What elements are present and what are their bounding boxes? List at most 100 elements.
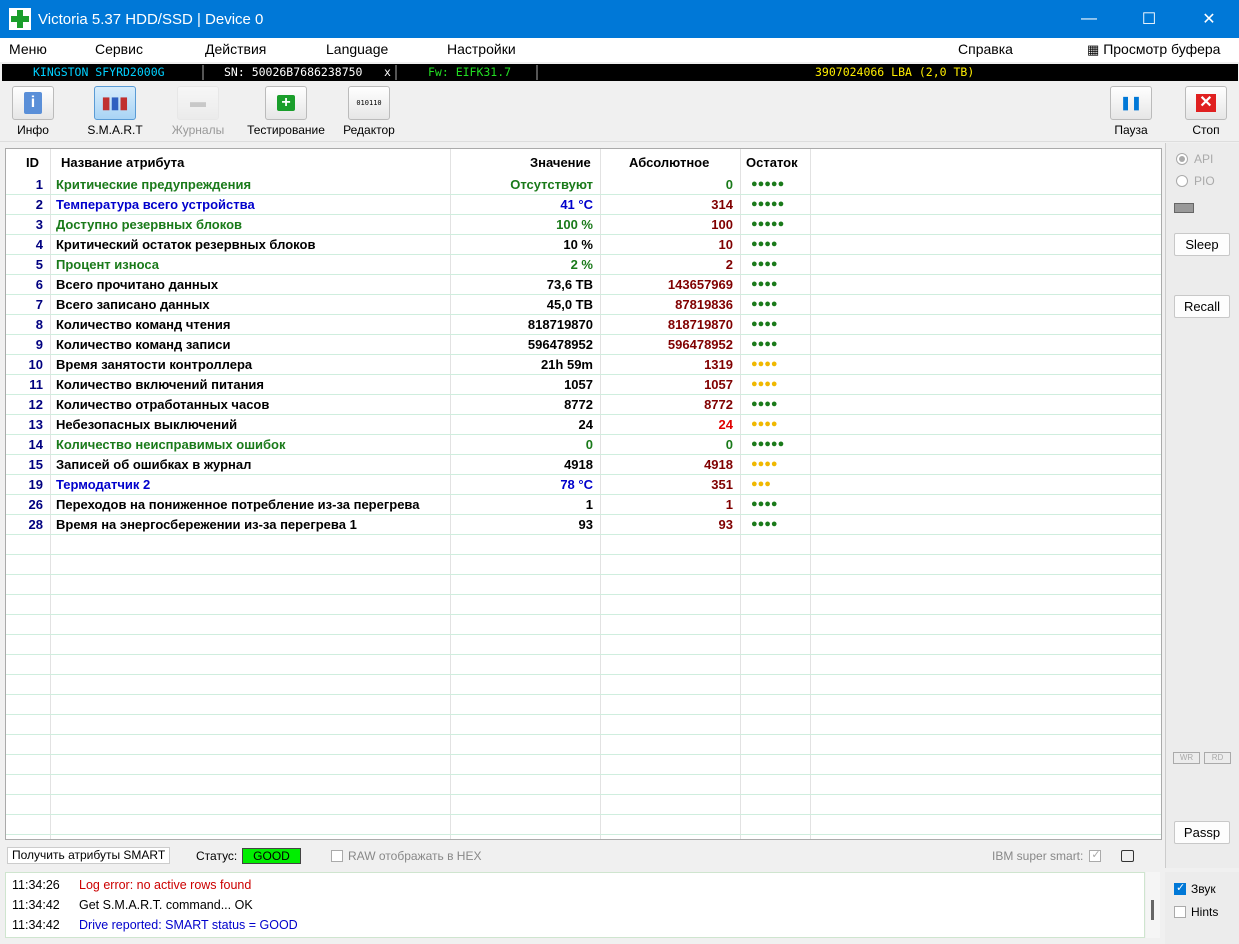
table-row[interactable]: 3 Доступно резервных блоков 100 % 100 ●●●●● — [6, 215, 1161, 235]
cell-value: 818719870 — [527, 317, 593, 332]
cell-remaining: ●●●●● — [751, 218, 785, 230]
menu-settings[interactable]: Настройки — [447, 41, 516, 57]
cell-name: Критический остаток резервных блоков — [56, 237, 316, 252]
empty-row — [6, 755, 1161, 775]
cell-value: 1057 — [564, 377, 593, 392]
table-row[interactable]: 19 Термодатчик 2 78 °C 351 ●●● — [6, 475, 1161, 495]
table-row[interactable]: 9 Количество команд записи 596478952 596478… — [6, 335, 1161, 355]
table-row[interactable]: 2 Температура всего устройства 41 °C 314 ●●●… — [6, 195, 1161, 215]
table-row[interactable]: 1 Критические предупреждения Отсутствуют 0 ●… — [6, 175, 1161, 195]
minimize-button[interactable]: — — [1059, 0, 1119, 38]
empty-row — [6, 795, 1161, 815]
table-row[interactable]: 15 Записей об ошибках в журнал 4918 4918 ●●●… — [6, 455, 1161, 475]
menu-language[interactable]: Language — [326, 41, 388, 57]
editor-button[interactable]: 010110 Редактор — [329, 86, 409, 137]
cell-value: 10 % — [563, 237, 593, 252]
col-absolute[interactable]: Абсолютное — [629, 155, 709, 170]
cell-value: 78 °C — [560, 477, 593, 492]
table-row[interactable]: 5 Процент износа 2 % 2 ●●●● — [6, 255, 1161, 275]
cell-name: Время на энергосбережении из-за перегрев… — [56, 517, 357, 532]
testing-button[interactable]: + Тестирование — [246, 86, 326, 137]
cell-absolute: 2 — [725, 257, 733, 272]
cell-name: Доступно резервных блоков — [56, 217, 243, 232]
cell-id: 15 — [28, 457, 43, 472]
cell-value: 73,6 TB — [546, 277, 593, 292]
raw-hex-checkbox[interactable]: RAW отображать в HEX — [331, 849, 481, 863]
cell-value: 45,0 TB — [546, 297, 593, 312]
cell-absolute: 0 — [725, 177, 733, 192]
cell-name: Количество отработанных часов — [56, 397, 270, 412]
log-scrollbar[interactable] — [1146, 872, 1160, 938]
cell-remaining: ●●●● — [751, 278, 778, 290]
cell-name: Термодатчик 2 — [56, 477, 151, 492]
table-row[interactable]: 8 Количество команд чтения 818719870 818719… — [6, 315, 1161, 335]
cell-id: 13 — [28, 417, 43, 432]
smart-button[interactable]: ▮ ▮ ▮ S.M.A.R.T — [75, 86, 155, 137]
activity-led — [1174, 203, 1194, 213]
pause-label: Пауза — [1114, 123, 1148, 137]
pause-button[interactable]: ❚❚ Пауза — [1091, 86, 1171, 137]
cell-name: Количество команд записи — [56, 337, 231, 352]
info-icon: i — [12, 86, 54, 120]
hints-checkbox[interactable]: Hints — [1174, 905, 1218, 919]
maximize-button[interactable]: ☐ — [1119, 0, 1179, 38]
table-row[interactable]: 13 Небезопасных выключений 24 24 ●●●● — [6, 415, 1161, 435]
sound-checkbox[interactable]: Звук — [1174, 881, 1216, 896]
sleep-button[interactable]: Sleep — [1174, 233, 1230, 256]
pio-radio[interactable]: PIO — [1176, 174, 1215, 188]
table-row[interactable]: 28 Время на энергосбережении из-за перегр… — [6, 515, 1161, 535]
table-row[interactable]: 26 Переходов на пониженное потребление из… — [6, 495, 1161, 515]
get-smart-button[interactable]: Получить атрибуты SMART — [7, 847, 171, 864]
table-row[interactable]: 14 Количество неисправимых ошибок 0 0 ●●●●● — [6, 435, 1161, 455]
cell-absolute: 143657969 — [667, 277, 733, 292]
close-window-button[interactable]: ✕ — [1179, 0, 1239, 38]
cell-remaining: ●●●● — [751, 498, 778, 510]
col-name[interactable]: Название атрибута — [61, 155, 184, 170]
info-button[interactable]: i Инфо — [0, 86, 73, 137]
api-radio[interactable]: API — [1176, 152, 1213, 166]
cell-remaining: ●●●● — [751, 518, 778, 530]
log-panel: 11:34:26 Log error: no active rows found 1… — [5, 872, 1145, 938]
menu-service[interactable]: Сервис — [95, 41, 143, 57]
smart-label: S.M.A.R.T — [87, 123, 143, 137]
table-row[interactable]: 6 Всего прочитано данных 73,6 TB 143657969 ●… — [6, 275, 1161, 295]
menu-main[interactable]: Меню — [9, 41, 47, 57]
table-row[interactable]: 12 Количество отработанных часов 8772 8772 ●… — [6, 395, 1161, 415]
stop-button[interactable]: ✕ Стоп — [1166, 86, 1239, 137]
cell-value: 24 — [578, 417, 593, 432]
cell-remaining: ●●●● — [751, 318, 778, 330]
passp-button[interactable]: Passp — [1174, 821, 1230, 844]
cell-remaining: ●●●● — [751, 358, 778, 370]
cell-remaining: ●●●● — [751, 258, 778, 270]
recall-button[interactable]: Recall — [1174, 295, 1230, 318]
table-row[interactable]: 4 Критический остаток резервных блоков 10 … — [6, 235, 1161, 255]
device-info-bar: KINGSTON SFYRD2000G SN: 50026B7686238750… — [2, 64, 1238, 81]
col-id[interactable]: ID — [26, 155, 39, 170]
table-row[interactable]: 7 Всего записано данных 45,0 TB 87819836 ●●●… — [6, 295, 1161, 315]
log-time: 11:34:42 — [12, 898, 60, 912]
col-remaining[interactable]: Остаток — [746, 155, 798, 170]
menu-buffer-view[interactable]: ▦ Просмотр буфера — [1087, 41, 1220, 58]
table-row[interactable]: 11 Количество включений питания 1057 1057 ●●… — [6, 375, 1161, 395]
smart-table: ID Название атрибута Значение Абсолютное… — [5, 148, 1162, 840]
sound-label: Звук — [1191, 882, 1216, 896]
cell-absolute: 351 — [711, 477, 733, 492]
cell-value: 8772 — [564, 397, 593, 412]
menu-actions[interactable]: Действия — [205, 41, 266, 57]
cell-id: 2 — [35, 197, 43, 212]
editor-binary-icon: 010110 — [348, 86, 390, 120]
col-value[interactable]: Значение — [530, 155, 591, 170]
cell-absolute: 87819836 — [675, 297, 733, 312]
ibm-super-smart[interactable]: IBM super smart: — [992, 848, 1106, 863]
table-row[interactable]: 10 Время занятости контроллера 21h 59m 1319… — [6, 355, 1161, 375]
cell-id: 14 — [28, 437, 43, 452]
logs-button[interactable]: ▬ Журналы — [158, 86, 238, 137]
ibm-label: IBM super smart: — [992, 849, 1084, 863]
small-toggle-button[interactable] — [1121, 850, 1134, 862]
empty-row — [6, 695, 1161, 715]
cell-absolute: 596478952 — [667, 337, 733, 352]
menu-help[interactable]: Справка — [958, 41, 1013, 57]
cell-absolute: 8772 — [704, 397, 733, 412]
cell-name: Количество неисправимых ошибок — [56, 437, 286, 452]
cell-remaining: ●●●● — [751, 238, 778, 250]
